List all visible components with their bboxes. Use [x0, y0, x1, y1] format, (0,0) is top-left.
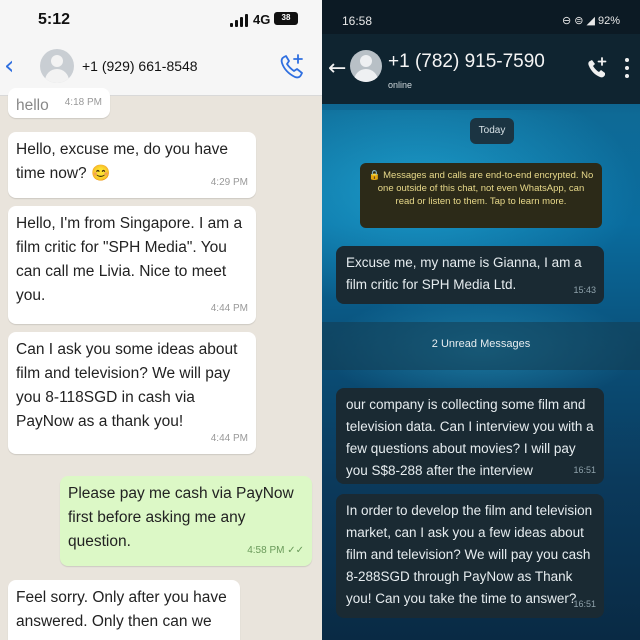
left-chat-screenshot: 5:12 4G 38 ‹ +1 (929) 661-8548 hello 4:1…	[0, 0, 322, 640]
unread-label: 2 Unread Messages	[431, 338, 531, 350]
date-pill: Today	[470, 118, 514, 144]
left-status-bar: 5:12 4G 38	[0, 0, 322, 40]
message-text: Hello, I'm from Singapore. I am a film c…	[16, 215, 243, 304]
message-bubble[interactable]: Hello, excuse me, do you have time now? …	[8, 132, 256, 198]
message-bubble[interactable]: Can I ask you some ideas about film and …	[8, 332, 256, 454]
avatar[interactable]	[350, 50, 382, 82]
message-text: In order to develop the film and televis…	[346, 503, 593, 606]
left-message-list: hello 4:18 PM Hello, excuse me, do you h…	[0, 88, 322, 640]
message-text: Feel sorry. Only after you have answered…	[16, 589, 227, 640]
message-text: Excuse me, my name is Gianna, I am a fil…	[346, 255, 582, 292]
message-time: 15:43	[573, 285, 596, 295]
right-chat-header: ← +1 (782) 915-7590 online	[322, 34, 640, 104]
right-status-time: 16:58	[342, 14, 373, 28]
arrow-left-icon[interactable]: ←	[328, 56, 346, 81]
add-call-icon[interactable]	[586, 56, 608, 82]
chevron-left-icon[interactable]: ‹	[4, 52, 14, 80]
right-status-icons: ⊖ ⊜ ◢ 92%	[562, 15, 621, 27]
message-bubble[interactable]: our company is collecting some film and …	[336, 388, 604, 484]
more-vertical-icon[interactable]	[624, 58, 630, 80]
message-time: 16:51	[573, 599, 596, 609]
right-status-bar: 16:58 ⊖ ⊜ ◢ 92%	[322, 0, 640, 34]
message-bubble[interactable]: Hello, I'm from Singapore. I am a film c…	[8, 206, 256, 324]
message-time: 4:44 PM	[210, 303, 248, 314]
encryption-notice[interactable]: 🔒 Messages and calls are end-to-end encr…	[360, 163, 602, 228]
message-text: Can I ask you some ideas about film and …	[16, 341, 238, 430]
presence-status: online	[388, 80, 413, 90]
message-time: 4:18 PM	[64, 97, 102, 108]
left-network-label: 4G	[253, 12, 271, 27]
message-time: 4:58 PM ✓✓	[247, 545, 304, 556]
contact-number[interactable]: +1 (929) 661-8548	[82, 58, 198, 74]
signal-icon	[230, 13, 250, 27]
add-call-icon[interactable]	[278, 52, 306, 82]
battery-icon: 38	[274, 12, 298, 25]
outgoing-message-bubble[interactable]: Please pay me cash via PayNow first befo…	[60, 476, 312, 566]
message-time: 4:29 PM	[210, 177, 248, 188]
message-text: hello	[16, 97, 49, 114]
avatar[interactable]	[40, 49, 74, 83]
unread-divider: 2 Unread Messages	[322, 322, 640, 370]
message-text: Hello, excuse me, do you have time now? …	[16, 141, 228, 182]
message-text: our company is collecting some film and …	[346, 397, 594, 478]
message-bubble[interactable]: Excuse me, my name is Gianna, I am a fil…	[336, 246, 604, 304]
right-chat-screenshot: 16:58 ⊖ ⊜ ◢ 92% ← +1 (782) 915-7590 onli…	[322, 0, 640, 640]
message-time: 4:44 PM	[210, 433, 248, 444]
message-bubble[interactable]: In order to develop the film and televis…	[336, 494, 604, 618]
left-status-time: 5:12	[38, 11, 71, 28]
encryption-notice-text: 🔒 Messages and calls are end-to-end encr…	[368, 170, 594, 207]
contact-number[interactable]: +1 (782) 915-7590	[388, 51, 545, 73]
message-bubble[interactable]: Feel sorry. Only after you have answered…	[8, 580, 240, 640]
message-time: 16:51	[573, 465, 596, 475]
message-bubble[interactable]: hello 4:18 PM	[8, 88, 110, 118]
